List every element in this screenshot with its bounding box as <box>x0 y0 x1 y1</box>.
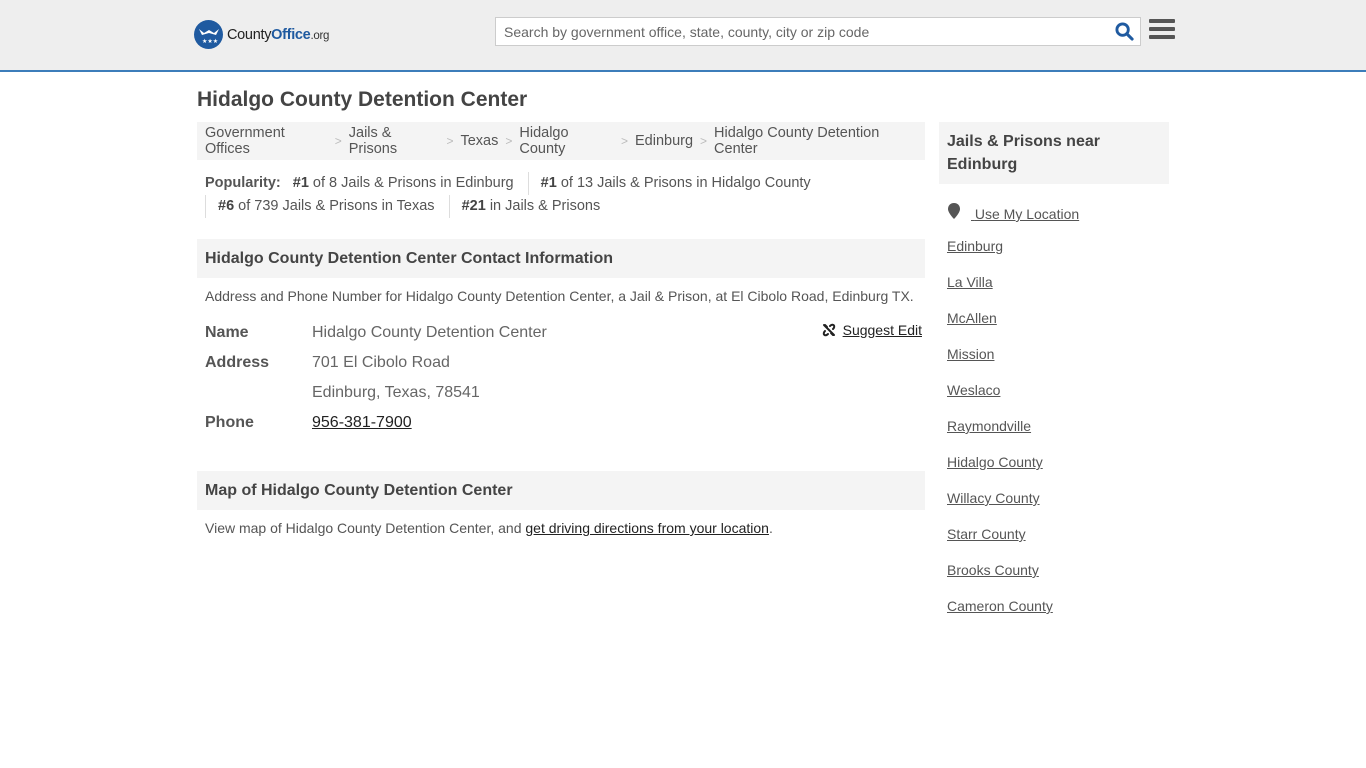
contact-description: Address and Phone Number for Hidalgo Cou… <box>205 288 914 304</box>
address-row-2: Edinburg, Texas, 78541 <box>205 378 917 408</box>
chevron-right-icon: > <box>700 134 708 148</box>
breadcrumb-hidalgo-county[interactable]: Hidalgo County <box>519 125 614 157</box>
nearby-link-edinburg[interactable]: Edinburg <box>947 238 1161 274</box>
eagle-icon: ★★★ <box>194 20 223 49</box>
popularity-rank: #1 of 13 Jails & Prisons in Hidalgo Coun… <box>527 172 821 195</box>
use-my-location-link[interactable]: Use My Location <box>947 202 1161 238</box>
nearby-link-raymondville[interactable]: Raymondville <box>947 418 1161 454</box>
nearby-link-weslaco[interactable]: Weslaco <box>947 382 1161 418</box>
main-content: Government Offices > Jails & Prisons > T… <box>197 122 925 536</box>
popularity-rank: #1 of 8 Jails & Prisons in Edinburg <box>292 175 514 191</box>
logo-text: CountyOffice.org <box>227 26 330 43</box>
address-line2: Edinburg, Texas, 78541 <box>312 384 480 401</box>
name-row: Name Hidalgo County Detention Center <box>205 318 917 348</box>
chevron-right-icon: > <box>446 134 454 148</box>
search-button[interactable] <box>1108 18 1140 45</box>
page-title: Hidalgo County Detention Center <box>197 88 528 111</box>
breadcrumb-government-offices[interactable]: Government Offices <box>205 125 328 157</box>
breadcrumb: Government Offices > Jails & Prisons > T… <box>197 122 925 160</box>
nearby-link-la-villa[interactable]: La Villa <box>947 274 1161 310</box>
nearby-link-brooks-county[interactable]: Brooks County <box>947 562 1161 598</box>
breadcrumb-texas[interactable]: Texas <box>460 133 498 149</box>
nearby-link-starr-county[interactable]: Starr County <box>947 526 1161 562</box>
nearby-link-hidalgo-county[interactable]: Hidalgo County <box>947 454 1161 490</box>
phone-row: Phone 956-381-7900 <box>205 408 917 438</box>
suggest-edit-link[interactable]: Suggest Edit <box>821 322 922 338</box>
contact-info: Suggest Edit Name Hidalgo County Detenti… <box>197 304 925 438</box>
breadcrumb-jails-prisons[interactable]: Jails & Prisons <box>349 125 440 157</box>
nearby-link-willacy-county[interactable]: Willacy County <box>947 490 1161 526</box>
svg-text:★★★: ★★★ <box>202 38 218 45</box>
site-logo[interactable]: ★★★ CountyOffice.org <box>194 20 329 49</box>
address-row: Address 701 El Cibolo Road <box>205 348 917 378</box>
chevron-right-icon: > <box>334 134 342 148</box>
sidebar-heading: Jails & Prisons near Edinburg <box>939 122 1169 184</box>
top-bar: ★★★ CountyOffice.org <box>0 0 1366 72</box>
map-heading: Map of Hidalgo County Detention Center <box>197 471 925 510</box>
nearby-list: Use My Location Edinburg La Villa McAlle… <box>939 184 1169 634</box>
popularity-rank: #21 in Jails & Prisons <box>448 195 611 218</box>
breadcrumb-current: Hidalgo County Detention Center <box>714 125 880 157</box>
phone-label: Phone <box>205 414 254 431</box>
chevron-right-icon: > <box>620 134 628 148</box>
driving-directions-link[interactable]: get driving directions from your locatio… <box>525 520 769 536</box>
nearby-link-mcallen[interactable]: McAllen <box>947 310 1161 346</box>
contact-heading: Hidalgo County Detention Center Contact … <box>197 239 925 278</box>
chevron-right-icon: > <box>505 134 513 148</box>
search-input[interactable] <box>496 18 1108 45</box>
broken-link-icon <box>822 323 835 337</box>
map-description: View map of Hidalgo County Detention Cen… <box>205 520 773 536</box>
map-pin-icon <box>948 203 960 219</box>
name-label: Name <box>205 324 249 341</box>
sidebar: Jails & Prisons near Edinburg Use My Loc… <box>939 122 1169 634</box>
nearby-link-mission[interactable]: Mission <box>947 346 1161 382</box>
popularity: Popularity: #1 of 8 Jails & Prisons in E… <box>197 160 925 218</box>
address-line1: 701 El Cibolo Road <box>312 354 450 371</box>
popularity-rank: #6 of 739 Jails & Prisons in Texas <box>205 195 445 218</box>
popularity-label: Popularity: <box>205 175 281 191</box>
address-label: Address <box>205 354 270 371</box>
search-icon <box>1114 22 1134 41</box>
nearby-link-cameron-county[interactable]: Cameron County <box>947 598 1161 634</box>
hamburger-menu-icon[interactable] <box>1149 19 1175 43</box>
name-value: Hidalgo County Detention Center <box>312 324 547 341</box>
search-bar <box>495 17 1141 46</box>
breadcrumb-edinburg[interactable]: Edinburg <box>635 133 693 149</box>
phone-link[interactable]: 956-381-7900 <box>312 414 412 431</box>
